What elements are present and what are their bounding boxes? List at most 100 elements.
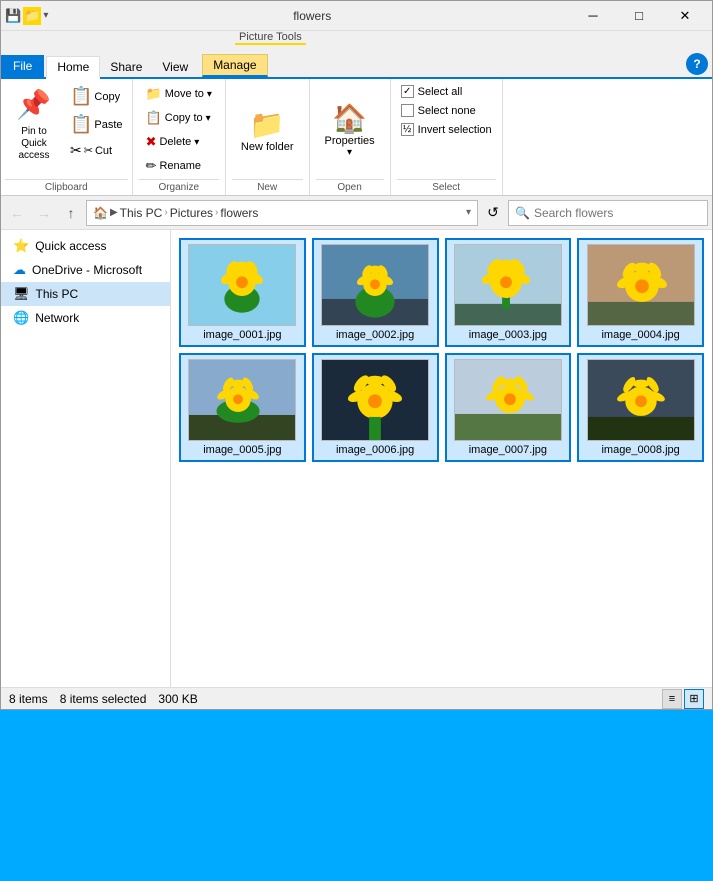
search-box[interactable]: 🔍 xyxy=(508,200,708,226)
tab-view[interactable]: View xyxy=(152,57,198,77)
select-none-button[interactable]: Select none xyxy=(397,102,496,119)
file-name-7: image_0007.jpg xyxy=(469,444,547,456)
clipboard-label: Clipboard xyxy=(5,179,128,195)
organize-label: Organize xyxy=(139,179,219,195)
open-label: Open xyxy=(316,179,384,195)
copy-to-button[interactable]: 📋 Copy to ▾ xyxy=(139,107,219,129)
path-dropdown-arrow[interactable]: ▾ xyxy=(466,207,471,218)
window-title: flowers xyxy=(54,9,570,23)
path-sep-2: › xyxy=(215,207,218,218)
path-pictures[interactable]: Pictures xyxy=(170,206,213,220)
delete-button[interactable]: ✖ Delete ▾ xyxy=(139,131,219,153)
copy-button[interactable]: 📋 Copy xyxy=(65,83,128,110)
select-all-checkbox: ✓ xyxy=(401,85,414,98)
path-sep-1: › xyxy=(164,207,167,218)
onedrive-icon: ☁ xyxy=(13,262,26,278)
rename-icon: ✏ xyxy=(146,158,157,174)
thumbnail-3 xyxy=(454,244,562,326)
file-item-2[interactable]: image_0002.jpg xyxy=(312,238,439,347)
path-flowers[interactable]: flowers xyxy=(220,206,258,220)
select-all-button[interactable]: ✓ Select all xyxy=(397,83,496,100)
pin-icon: 📌 xyxy=(16,88,52,124)
properties-button[interactable]: 🏠 Properties ▾ xyxy=(316,97,384,163)
quick-access-icon: ⭐ xyxy=(13,238,29,254)
file-item-8[interactable]: image_0008.jpg xyxy=(577,353,704,462)
file-name-2: image_0002.jpg xyxy=(336,329,414,341)
details-view-button[interactable]: ≡ xyxy=(662,689,682,709)
tab-file[interactable]: File xyxy=(1,55,44,77)
files-grid: image_0001.jpg xyxy=(179,238,704,462)
sidebar-item-network[interactable]: 🌐 Network xyxy=(1,306,170,330)
file-item-4[interactable]: image_0004.jpg xyxy=(577,238,704,347)
large-icons-view-button[interactable]: ⊞ xyxy=(684,689,704,709)
sidebar-item-quick-access[interactable]: ⭐ Quick access xyxy=(1,234,170,258)
path-this-pc[interactable]: This PC xyxy=(120,206,163,220)
paste-button[interactable]: 📋 Paste xyxy=(65,111,128,138)
file-name-4: image_0004.jpg xyxy=(601,329,679,341)
search-input[interactable] xyxy=(534,206,701,220)
invert-selection-button[interactable]: ½ Invert selection xyxy=(397,121,496,138)
picture-tools-label: Picture Tools xyxy=(235,31,306,45)
refresh-button[interactable]: ↺ xyxy=(481,201,505,225)
titlebar: 💾 📁 ▾ flowers ─ □ ✕ xyxy=(1,1,712,31)
file-item-1[interactable]: image_0001.jpg xyxy=(179,238,306,347)
sidebar-item-onedrive[interactable]: ☁ OneDrive - Microsoft xyxy=(1,258,170,282)
view-buttons: ≡ ⊞ xyxy=(662,689,704,709)
file-name-6: image_0006.jpg xyxy=(336,444,414,456)
network-icon: 🌐 xyxy=(13,310,29,326)
window-controls: ─ □ ✕ xyxy=(570,1,708,31)
cut-button[interactable]: ✂ ✂ Cut xyxy=(65,139,128,162)
invert-checkbox: ½ xyxy=(401,123,414,136)
search-icon: 🔍 xyxy=(515,206,530,220)
items-count: 8 items xyxy=(9,692,48,706)
tab-share[interactable]: Share xyxy=(100,57,152,77)
clipboard-group: 📌 Pin to Quick access 📋 Copy 📋 Paste xyxy=(1,79,133,195)
file-item-3[interactable]: image_0003.jpg xyxy=(445,238,572,347)
help-button[interactable]: ? xyxy=(686,53,708,75)
open-group: 🏠 Properties ▾ Open xyxy=(310,79,391,195)
status-text: 8 items 8 items selected 300 KB xyxy=(9,692,662,706)
selected-count: 8 items selected xyxy=(60,692,147,706)
thumbnail-5 xyxy=(188,359,296,441)
minimize-button[interactable]: ─ xyxy=(570,1,616,31)
sidebar-item-this-pc[interactable]: 🖥 This PC xyxy=(1,282,170,306)
properties-icon: 🏠 xyxy=(332,102,367,135)
rename-button[interactable]: ✏ Rename xyxy=(139,155,219,177)
up-button[interactable]: ↑ xyxy=(59,201,83,225)
new-label: New xyxy=(232,179,303,195)
select-group: ✓ Select all Select none ½ Invert select… xyxy=(391,79,503,195)
copy-paste-group: 📋 Copy 📋 Paste ✂ ✂ Cut xyxy=(65,83,128,162)
paste-icon: 📋 xyxy=(70,114,92,135)
cut-icon: ✂ xyxy=(70,142,82,159)
file-item-7[interactable]: image_0007.jpg xyxy=(445,353,572,462)
select-none-checkbox xyxy=(401,104,414,117)
this-pc-label: This PC xyxy=(36,287,79,301)
sidebar: ⭐ Quick access ☁ OneDrive - Microsoft 🖥 … xyxy=(1,230,171,687)
select-buttons: ✓ Select all Select none ½ Invert select… xyxy=(397,83,496,177)
file-name-8: image_0008.jpg xyxy=(601,444,679,456)
folder-icon: 📁 xyxy=(23,7,41,25)
tab-home[interactable]: Home xyxy=(46,56,100,79)
pin-label: Pin to Quick access xyxy=(10,126,58,162)
move-to-button[interactable]: 📁 Move to ▾ xyxy=(139,83,219,105)
ribbon-tab-area: Picture Tools ? File Home Share View Man… xyxy=(1,31,712,79)
path-folder-icon: 🏠 xyxy=(93,206,108,220)
file-item-5[interactable]: image_0005.jpg xyxy=(179,353,306,462)
thumbnail-2 xyxy=(321,244,429,326)
dropdown-icon[interactable]: ▾ xyxy=(43,10,48,21)
ribbon-tabs-row: File Home Share View Manage xyxy=(1,53,712,79)
network-label: Network xyxy=(35,311,79,325)
tab-manage[interactable]: Manage xyxy=(202,54,267,77)
new-folder-button[interactable]: 📁 New folder xyxy=(232,103,303,158)
address-path[interactable]: 🏠 ▶ This PC › Pictures › flowers ▾ xyxy=(86,200,478,226)
copy-icon: 📋 xyxy=(70,86,92,107)
maximize-button[interactable]: □ xyxy=(616,1,662,31)
close-button[interactable]: ✕ xyxy=(662,1,708,31)
clipboard-buttons: 📌 Pin to Quick access 📋 Copy 📋 Paste xyxy=(5,83,128,177)
thumbnail-4 xyxy=(587,244,695,326)
this-pc-icon: 🖥 xyxy=(13,286,30,302)
pin-quick-access-button[interactable]: 📌 Pin to Quick access xyxy=(5,83,63,167)
file-item-6[interactable]: image_0006.jpg xyxy=(312,353,439,462)
new-group: 📁 New folder New xyxy=(226,79,310,195)
thumbnail-1 xyxy=(188,244,296,326)
